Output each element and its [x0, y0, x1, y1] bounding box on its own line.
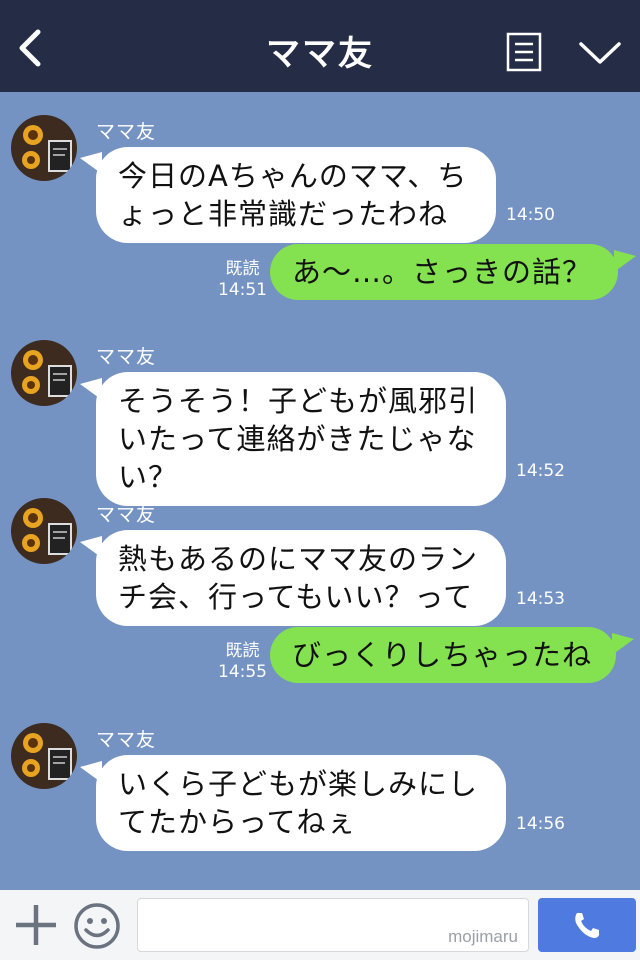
bubble-tail: [614, 250, 636, 272]
message-line: いくら子どもが楽しみにし: [118, 767, 479, 801]
read-label: 既読: [225, 641, 260, 661]
sender-name: ママ友: [96, 729, 157, 751]
phone-icon: [575, 913, 599, 938]
input-bar: mojimaru: [0, 890, 640, 960]
message-line: そうそう！子どもが風邪引: [118, 384, 479, 418]
message-time: 14:52: [516, 461, 565, 481]
read-receipt: 既読 14:55: [218, 641, 267, 683]
chat-header: ママ友: [0, 0, 640, 92]
chat-title: ママ友: [266, 34, 374, 74]
call-button[interactable]: [538, 898, 636, 952]
message-bubble-outgoing[interactable]: あ〜…。さっきの話？: [270, 244, 618, 300]
message-bubble-incoming[interactable]: いくら子どもが楽しみにし てたからってねぇ: [96, 755, 506, 851]
message-time: 14:53: [516, 589, 565, 609]
message-time: 14:50: [506, 205, 555, 225]
message-line: いたって連絡がきたじゃな: [118, 422, 477, 456]
message-input[interactable]: mojimaru: [137, 898, 529, 952]
message-line: い？: [118, 460, 179, 494]
smiley-icon[interactable]: [73, 902, 121, 950]
chevron-down-icon[interactable]: [578, 38, 622, 68]
avatar[interactable]: [11, 115, 77, 181]
message-line: ょっと非常識だったわね: [118, 197, 449, 231]
plus-icon[interactable]: [14, 903, 58, 947]
message-line: チ会、行ってもいい？って: [118, 580, 474, 614]
message-line: てたからってねぇ: [118, 805, 357, 839]
message-line: びっくりしちゃったね: [292, 638, 593, 672]
chat-area[interactable]: ママ友 今日のAちゃんのママ、ち ょっと非常識だったわね 14:50 既読 14…: [0, 92, 640, 890]
message-time: 14:55: [218, 662, 267, 682]
sender-name: ママ友: [96, 504, 157, 526]
sender-name: ママ友: [96, 121, 157, 143]
menu-icon[interactable]: [506, 32, 542, 72]
message-line: あ〜…。さっきの話？: [292, 255, 593, 289]
message-bubble-incoming[interactable]: 今日のAちゃんのママ、ち ょっと非常識だったわね: [96, 147, 496, 243]
message-bubble-incoming[interactable]: そうそう！子どもが風邪引 いたって連絡がきたじゃな い？: [96, 372, 506, 506]
message-line: 今日のAちゃんのママ、ち: [118, 159, 468, 193]
read-receipt: 既読 14:51: [218, 259, 267, 301]
message-time: 14:56: [516, 814, 565, 834]
message-bubble-outgoing[interactable]: びっくりしちゃったね: [270, 627, 616, 683]
back-icon[interactable]: [12, 28, 48, 68]
message-line: 熱もあるのにママ友のラン: [118, 542, 479, 576]
read-label: 既読: [225, 259, 260, 279]
message-bubble-incoming[interactable]: 熱もあるのにママ友のラン チ会、行ってもいい？って: [96, 530, 506, 626]
watermark: mojimaru: [448, 927, 518, 946]
avatar[interactable]: [11, 498, 77, 564]
sender-name: ママ友: [96, 346, 157, 368]
message-time: 14:51: [218, 280, 267, 300]
avatar[interactable]: [11, 340, 77, 406]
bubble-tail: [612, 633, 634, 655]
avatar[interactable]: [11, 723, 77, 789]
